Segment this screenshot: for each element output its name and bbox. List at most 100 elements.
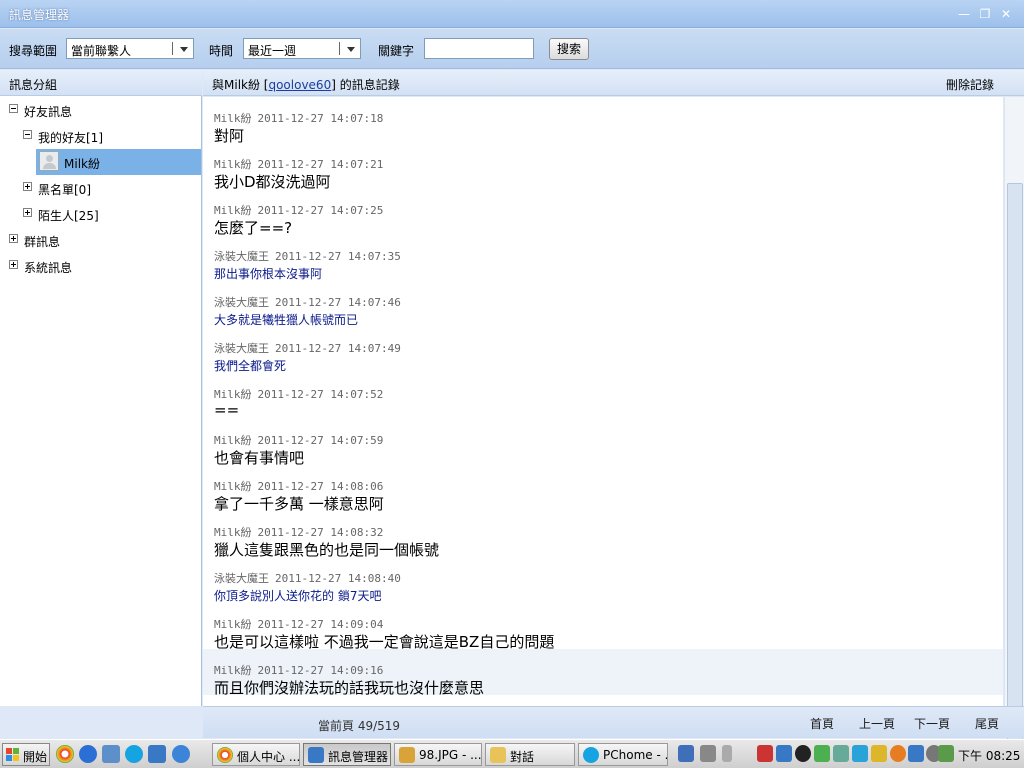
message-text: 而且你們沒辦法玩的話我玩也沒什麼意思: [214, 679, 485, 697]
tray-qq-icon[interactable]: [795, 745, 811, 762]
expand-icon[interactable]: [9, 234, 18, 243]
message-item: Milk紛 2011-12-27 14:07:18 對阿: [203, 97, 1003, 145]
tree-label: 好友訊息: [24, 105, 73, 119]
message-meta: Milk紛 2011-12-27 14:07:52: [214, 386, 383, 402]
message-text: ==: [214, 401, 240, 419]
message-item: Milk紛 2011-12-27 14:07:25 怎麼了==?: [203, 189, 1003, 237]
message-timestamp: 2011-12-27 14:08:06: [257, 480, 384, 493]
skype-icon: [583, 747, 599, 763]
last-page-link[interactable]: 尾頁: [975, 715, 999, 732]
tray-gear-icon[interactable]: [833, 745, 849, 762]
tray-chat-icon[interactable]: [908, 745, 924, 762]
tree-node-group-messages[interactable]: 群訊息: [0, 228, 200, 252]
ie-icon[interactable]: [172, 745, 190, 763]
message-timestamp: 2011-12-27 14:07:49: [275, 342, 401, 355]
tray-orange-icon[interactable]: [890, 745, 906, 762]
tray-pin-icon[interactable]: [700, 745, 716, 762]
tray-volume-icon[interactable]: [722, 745, 732, 762]
message-timestamp: 2011-12-27 14:07:46: [275, 296, 401, 309]
messenger-icon[interactable]: [148, 745, 166, 763]
collapse-icon[interactable]: [9, 104, 18, 113]
restore-icon[interactable]: ❐: [977, 6, 993, 22]
group-panel-title: 訊息分組: [9, 78, 58, 92]
message-meta: 泳裝大魔王 2011-12-27 14:07:49: [214, 340, 401, 356]
messenger-icon: [308, 747, 324, 763]
scrollbar-thumb[interactable]: [1007, 183, 1023, 768]
tree-node-contact-milk[interactable]: Milk紛: [36, 149, 201, 175]
message-meta: Milk紛 2011-12-27 14:09:16: [214, 662, 383, 678]
current-page-indicator: 當前頁 49/519: [318, 719, 401, 733]
skype-icon[interactable]: [125, 745, 143, 763]
task-button-4[interactable]: PChome - ...: [578, 743, 668, 766]
time-select[interactable]: 最近一週: [243, 38, 361, 59]
message-meta: Milk紛 2011-12-27 14:09:04: [214, 616, 383, 632]
tree-label: 系統訊息: [24, 261, 73, 275]
task-button-3[interactable]: 對話: [485, 743, 575, 766]
message-item: 泳裝大魔王 2011-12-27 14:07:35 那出事你根本沒事阿: [203, 235, 1003, 281]
message-timestamp: 2011-12-27 14:07:52: [257, 388, 384, 401]
message-item: Milk紛 2011-12-27 14:07:52 ==: [203, 373, 1003, 419]
tray-leaf-icon[interactable]: [938, 745, 954, 762]
message-sender: 泳裝大魔王: [214, 250, 269, 263]
message-timestamp: 2011-12-27 14:09:16: [257, 664, 384, 677]
message-item: 泳裝大魔王 2011-12-27 14:07:46 大多就是犧牲獵人帳號而已: [203, 281, 1003, 327]
prev-page-link[interactable]: 上一頁: [859, 715, 895, 732]
message-text: 大多就是犧牲獵人帳號而已: [214, 313, 359, 327]
chat-history-title: 與Milk紛 [qoolove60] 的訊息記錄: [212, 76, 400, 93]
media-player-icon[interactable]: [79, 745, 97, 763]
start-button[interactable]: 開始: [2, 743, 50, 766]
task-button-0[interactable]: 個人中心 ...: [212, 743, 300, 766]
message-sender: 泳裝大魔王: [214, 572, 269, 585]
delete-records-button[interactable]: 刪除記錄: [946, 76, 994, 93]
close-icon[interactable]: ✕: [998, 6, 1014, 22]
message-item: Milk紛 2011-12-27 14:09:16 而且你們沒辦法玩的話我玩也沒什麼…: [203, 649, 1003, 697]
tray-dropbox-icon[interactable]: [852, 745, 868, 762]
time-select-value: 最近一週: [248, 44, 297, 58]
tray-app-icon[interactable]: [757, 745, 773, 762]
message-item: 泳裝大魔王 2011-12-27 14:08:40 你頂多說別人送你花的 鎖7天吧: [203, 557, 1003, 603]
message-meta: Milk紛 2011-12-27 14:07:18: [214, 110, 383, 126]
tree-node-system-messages[interactable]: 系統訊息: [0, 254, 200, 278]
pagination-bar: 當前頁 49/519 首頁 上一頁 下一頁 尾頁: [203, 706, 1024, 738]
expand-icon[interactable]: [9, 260, 18, 269]
message-timestamp: 2011-12-27 14:07:18: [257, 112, 384, 125]
chat-title-prefix: 與Milk紛 [: [212, 78, 269, 92]
minimize-icon[interactable]: —: [956, 6, 972, 22]
tray-chart-icon[interactable]: [871, 745, 887, 762]
task-button-2[interactable]: 98.JPG - ...: [394, 743, 482, 766]
tray-shield-icon[interactable]: [814, 745, 830, 762]
tree-label: Milk紛: [64, 157, 100, 171]
expand-icon[interactable]: [23, 208, 32, 217]
message-timestamp: 2011-12-27 14:07:59: [257, 434, 384, 447]
first-page-link[interactable]: 首頁: [810, 715, 834, 732]
chrome-icon[interactable]: [56, 745, 74, 763]
message-meta: Milk紛 2011-12-27 14:08:06: [214, 478, 383, 494]
tree-node-blacklist[interactable]: 黑名單[0]: [0, 176, 200, 200]
message-text: 我們全都會死: [214, 359, 287, 373]
tray-messenger-icon[interactable]: [776, 745, 792, 762]
scope-select[interactable]: 當前聯繫人: [66, 38, 194, 59]
desktop-icon[interactable]: [102, 745, 120, 763]
keyword-label: 關鍵字: [378, 44, 415, 58]
expand-icon[interactable]: [23, 182, 32, 191]
message-sender: Milk紛: [214, 158, 252, 171]
collapse-icon[interactable]: [23, 130, 32, 139]
tree-node-friend-messages[interactable]: 好友訊息: [0, 98, 200, 122]
group-panel-header: 訊息分組: [0, 70, 202, 96]
message-timestamp: 2011-12-27 14:07:25: [257, 204, 384, 217]
contact-id-link[interactable]: qoolove60: [268, 78, 331, 92]
chevron-down-icon: [180, 47, 188, 52]
keyword-input[interactable]: [424, 38, 534, 59]
tree-node-my-friends[interactable]: 我的好友[1]: [0, 124, 200, 148]
task-label: 訊息管理器: [328, 750, 389, 764]
tree-label: 黑名單[0]: [38, 183, 91, 197]
search-button[interactable]: 搜索: [549, 38, 589, 60]
vertical-scrollbar[interactable]: [1004, 97, 1024, 768]
tray-network-icon[interactable]: [678, 745, 694, 762]
message-timestamp: 2011-12-27 14:08:40: [275, 572, 401, 585]
message-timestamp: 2011-12-27 14:09:04: [257, 618, 384, 631]
next-page-link[interactable]: 下一頁: [914, 715, 950, 732]
tree-node-strangers[interactable]: 陌生人[25]: [0, 202, 200, 226]
time-select-divider: [339, 42, 340, 55]
task-button-1[interactable]: 訊息管理器: [303, 743, 391, 766]
